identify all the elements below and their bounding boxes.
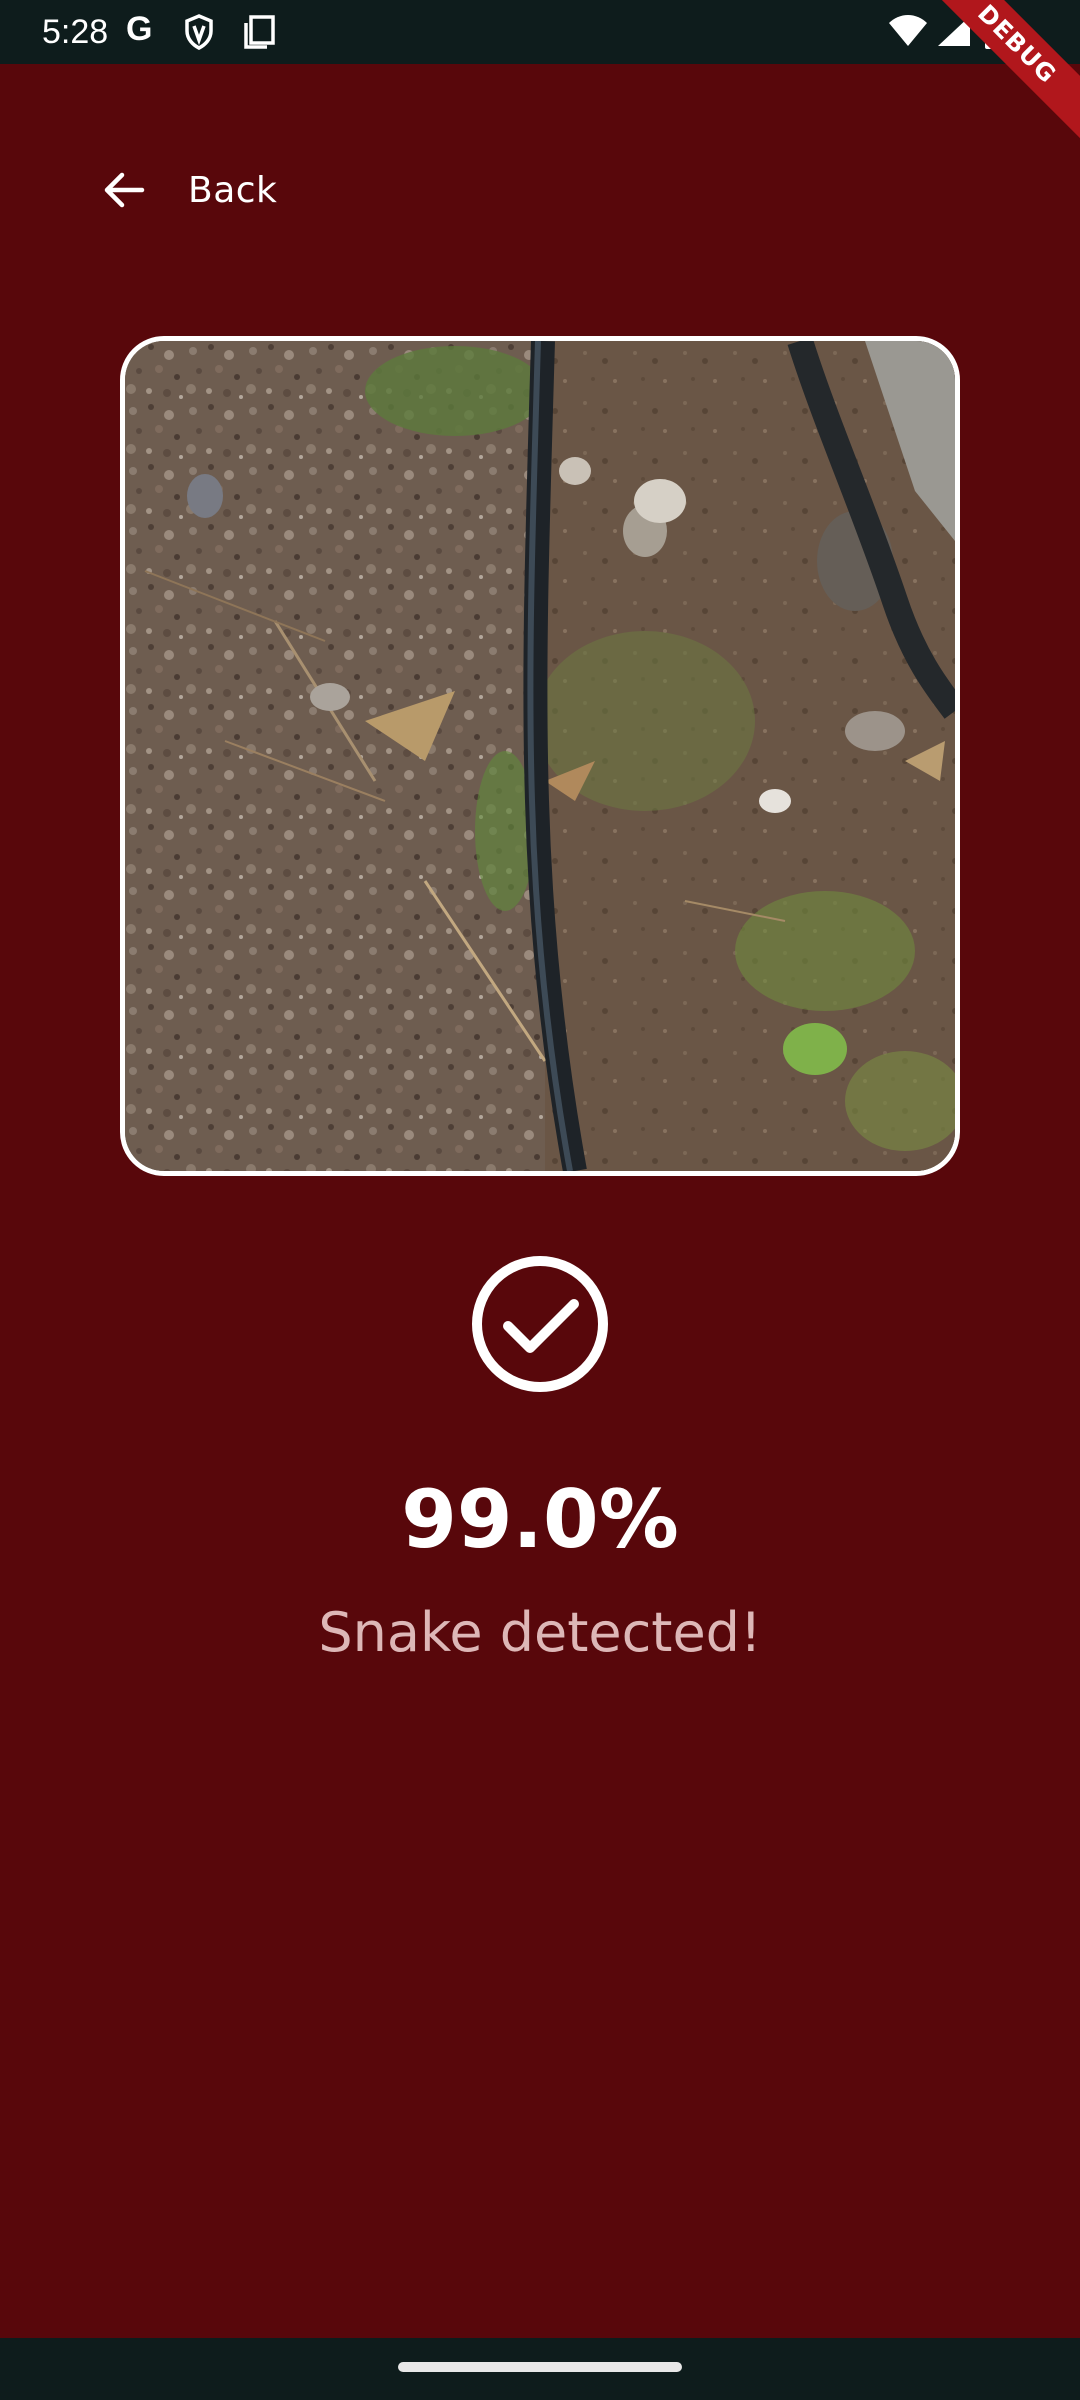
app-screen: 5:28 G DEBUG Back 99.0% Snake detected! bbox=[0, 0, 1080, 2400]
detection-result-text: Snake detected! bbox=[318, 1601, 762, 1664]
navigation-bar bbox=[0, 2338, 1080, 2400]
back-label: Back bbox=[188, 169, 278, 211]
status-time: 5:28 bbox=[42, 13, 109, 51]
back-button[interactable]: Back bbox=[92, 150, 277, 230]
check-circle-icon bbox=[470, 1254, 610, 1394]
copy-icon bbox=[242, 14, 276, 54]
shield-icon bbox=[184, 14, 214, 54]
wifi-icon bbox=[888, 14, 928, 52]
ground-photo bbox=[125, 341, 955, 1171]
status-bar: 5:28 G bbox=[0, 0, 1080, 64]
home-gesture-handle[interactable] bbox=[398, 2362, 682, 2372]
confidence-score: 99.0% bbox=[401, 1473, 679, 1566]
analyzed-photo bbox=[120, 336, 960, 1176]
arrow-back-icon bbox=[92, 158, 156, 222]
google-g-icon: G bbox=[126, 10, 153, 48]
